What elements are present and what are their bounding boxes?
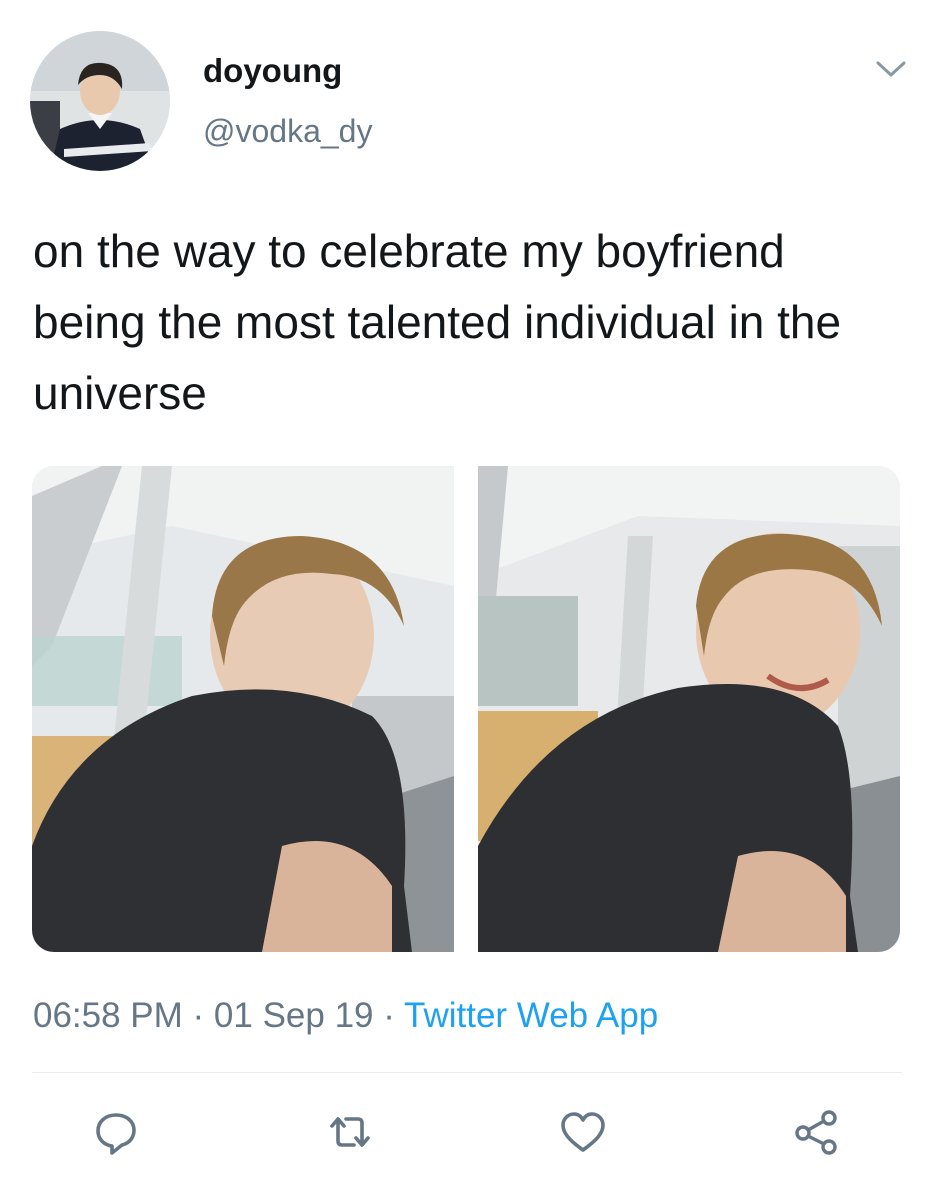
share-icon — [795, 1110, 837, 1155]
tweet-text: on the way to celebrate my boyfriend bei… — [33, 225, 842, 419]
share-button[interactable] — [789, 1104, 845, 1160]
avatar-image — [30, 31, 170, 171]
photo-2-image — [478, 466, 900, 952]
chevron-down-icon[interactable] — [874, 58, 908, 80]
heart-icon — [561, 1112, 605, 1152]
like-button[interactable] — [555, 1104, 611, 1160]
divider — [32, 1072, 902, 1073]
retweet-icon — [330, 1117, 370, 1147]
retweet-button[interactable] — [322, 1104, 378, 1160]
meta-separator: · — [182, 996, 214, 1035]
tweet-meta: 06:58 PM · 01 Sep 19 · Twitter Web App — [33, 996, 658, 1036]
tweet-photo-2[interactable] — [478, 466, 900, 952]
tweet-time: 06:58 PM — [33, 996, 183, 1035]
photo-1-image — [32, 466, 454, 952]
reply-button[interactable] — [88, 1104, 144, 1160]
author-display-name[interactable]: doyoung — [203, 52, 342, 90]
meta-separator: · — [373, 996, 404, 1035]
avatar[interactable] — [30, 31, 170, 171]
tweet-photo-1[interactable] — [32, 466, 454, 952]
author-handle[interactable]: @vodka_dy — [203, 113, 372, 150]
reply-icon — [96, 1113, 136, 1155]
tweet-source-link[interactable]: Twitter Web App — [404, 996, 658, 1035]
tweet-date: 01 Sep 19 — [213, 996, 374, 1035]
